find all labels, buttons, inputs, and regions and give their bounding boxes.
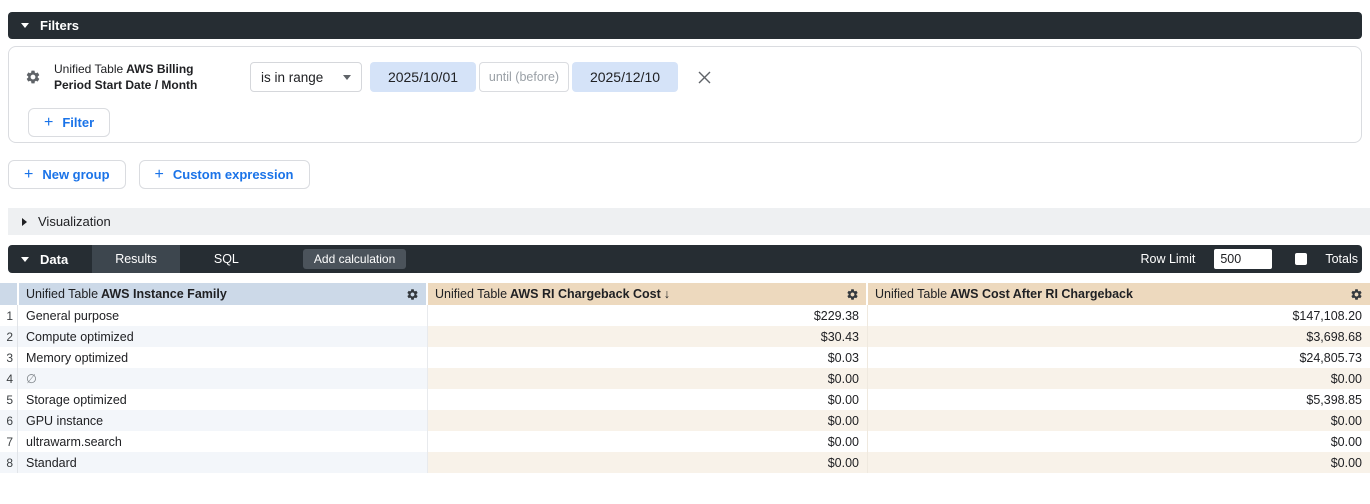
row-number: 1 xyxy=(0,305,18,326)
totals-label: Totals xyxy=(1325,252,1358,266)
filter-field-prefix: Unified Table xyxy=(54,62,123,76)
collapse-caret-icon xyxy=(21,23,29,28)
table-header-row: Unified TableAWS Instance Family Unified… xyxy=(0,283,1370,305)
table-row: 7 ultrawarm.search $0.00 $0.00 xyxy=(0,431,1370,452)
data-section-header: Data Results SQL Add calculation Row Lim… xyxy=(8,245,1362,273)
column-header-cost-after-ri-chargeback[interactable]: Unified TableAWS Cost After RI Chargebac… xyxy=(868,283,1370,305)
column-prefix: Unified Table xyxy=(875,287,947,301)
tab-results[interactable]: Results xyxy=(92,245,180,273)
visualization-section-header[interactable]: Visualization xyxy=(8,208,1370,235)
remove-filter-icon[interactable] xyxy=(697,70,712,85)
column-header-ri-chargeback-cost[interactable]: Unified TableAWS RI Chargeback Cost↓ xyxy=(428,283,866,305)
cell-instance-family[interactable]: Memory optimized xyxy=(18,347,428,368)
filter-gear-icon[interactable] xyxy=(25,69,41,85)
row-number: 7 xyxy=(0,431,18,452)
filter-end-date-input[interactable] xyxy=(572,62,678,92)
cell-instance-family[interactable]: ∅ xyxy=(18,368,428,389)
filter-row: Unified TableAWS Billing Period Start Da… xyxy=(25,61,1345,93)
row-number: 5 xyxy=(0,389,18,410)
cell-cost-after-ri-chargeback[interactable]: $0.00 xyxy=(868,410,1370,431)
gear-icon[interactable] xyxy=(846,288,859,301)
row-limit-input[interactable] xyxy=(1214,249,1272,269)
table-row: 5 Storage optimized $0.00 $5,398.85 xyxy=(0,389,1370,410)
filter-panel: Unified TableAWS Billing Period Start Da… xyxy=(8,46,1362,143)
cell-cost-after-ri-chargeback[interactable]: $0.00 xyxy=(868,431,1370,452)
table-row: 4 ∅ $0.00 $0.00 xyxy=(0,368,1370,389)
cell-instance-family[interactable]: Compute optimized xyxy=(18,326,428,347)
plus-icon: + xyxy=(155,167,164,183)
new-group-label: New group xyxy=(42,167,109,182)
cell-ri-chargeback-cost[interactable]: $0.00 xyxy=(428,431,868,452)
gear-icon[interactable] xyxy=(406,288,419,301)
table-row: 1 General purpose $229.38 $147,108.20 xyxy=(0,305,1370,326)
data-section-title-group[interactable]: Data xyxy=(8,245,81,273)
sort-descending-icon: ↓ xyxy=(664,287,670,301)
plus-icon: + xyxy=(24,167,33,183)
filter-field-label: Unified TableAWS Billing Period Start Da… xyxy=(54,61,224,93)
cell-instance-family[interactable]: Storage optimized xyxy=(18,389,428,410)
plus-icon: + xyxy=(44,115,53,131)
row-number-header xyxy=(0,283,17,305)
cell-ri-chargeback-cost[interactable]: $0.00 xyxy=(428,452,868,473)
filter-start-date-input[interactable] xyxy=(370,62,476,92)
totals-checkbox[interactable] xyxy=(1295,253,1307,265)
filter-until-input[interactable] xyxy=(479,62,569,92)
row-number: 8 xyxy=(0,452,18,473)
custom-expression-button[interactable]: + Custom expression xyxy=(139,160,310,189)
add-filter-button[interactable]: + Filter xyxy=(28,108,110,137)
filter-condition-value: is in range xyxy=(261,70,323,85)
cell-cost-after-ri-chargeback[interactable]: $147,108.20 xyxy=(868,305,1370,326)
cell-ri-chargeback-cost[interactable]: $0.00 xyxy=(428,410,868,431)
cell-cost-after-ri-chargeback[interactable]: $24,805.73 xyxy=(868,347,1370,368)
row-number: 2 xyxy=(0,326,18,347)
cell-cost-after-ri-chargeback[interactable]: $0.00 xyxy=(868,452,1370,473)
column-name: AWS Instance Family xyxy=(101,287,227,301)
cell-instance-family[interactable]: ultrawarm.search xyxy=(18,431,428,452)
new-group-button[interactable]: + New group xyxy=(8,160,126,189)
cell-ri-chargeback-cost[interactable]: $0.03 xyxy=(428,347,868,368)
filter-condition-select[interactable]: is in range xyxy=(250,62,362,92)
collapse-caret-icon xyxy=(21,257,29,262)
cell-ri-chargeback-cost[interactable]: $0.00 xyxy=(428,368,868,389)
cell-ri-chargeback-cost[interactable]: $229.38 xyxy=(428,305,868,326)
table-row: 8 Standard $0.00 $0.00 xyxy=(0,452,1370,473)
row-number: 3 xyxy=(0,347,18,368)
cell-instance-family[interactable]: GPU instance xyxy=(18,410,428,431)
cell-ri-chargeback-cost[interactable]: $0.00 xyxy=(428,389,868,410)
custom-expression-label: Custom expression xyxy=(173,167,294,182)
cell-instance-family[interactable]: General purpose xyxy=(18,305,428,326)
data-section-title: Data xyxy=(40,252,68,267)
row-number: 4 xyxy=(0,368,18,389)
column-name: AWS Cost After RI Chargeback xyxy=(950,287,1133,301)
add-filter-label: Filter xyxy=(62,115,94,130)
add-calculation-button[interactable]: Add calculation xyxy=(303,249,406,269)
cell-cost-after-ri-chargeback[interactable]: $0.00 xyxy=(868,368,1370,389)
cell-instance-family[interactable]: Standard xyxy=(18,452,428,473)
cell-cost-after-ri-chargeback[interactable]: $3,698.68 xyxy=(868,326,1370,347)
visualization-section-title: Visualization xyxy=(38,214,111,229)
column-name: AWS RI Chargeback Cost xyxy=(510,287,661,301)
filters-section-header[interactable]: Filters xyxy=(8,12,1362,39)
column-prefix: Unified Table xyxy=(26,287,98,301)
tab-sql[interactable]: SQL xyxy=(191,245,262,273)
row-limit-label: Row Limit xyxy=(1140,252,1195,266)
table-row: 6 GPU instance $0.00 $0.00 xyxy=(0,410,1370,431)
filters-section-title: Filters xyxy=(40,18,79,33)
row-number: 6 xyxy=(0,410,18,431)
column-header-instance-family[interactable]: Unified TableAWS Instance Family xyxy=(19,283,426,305)
table-row: 2 Compute optimized $30.43 $3,698.68 xyxy=(0,326,1370,347)
expand-caret-icon xyxy=(22,218,27,226)
gear-icon[interactable] xyxy=(1350,288,1363,301)
cell-ri-chargeback-cost[interactable]: $30.43 xyxy=(428,326,868,347)
table-body: 1 General purpose $229.38 $147,108.20 2 … xyxy=(0,305,1370,473)
chevron-down-icon xyxy=(343,75,351,80)
group-actions: + New group + Custom expression xyxy=(8,160,1362,189)
cell-cost-after-ri-chargeback[interactable]: $5,398.85 xyxy=(868,389,1370,410)
column-prefix: Unified Table xyxy=(435,287,507,301)
results-table: Unified TableAWS Instance Family Unified… xyxy=(0,283,1370,473)
table-row: 3 Memory optimized $0.03 $24,805.73 xyxy=(0,347,1370,368)
